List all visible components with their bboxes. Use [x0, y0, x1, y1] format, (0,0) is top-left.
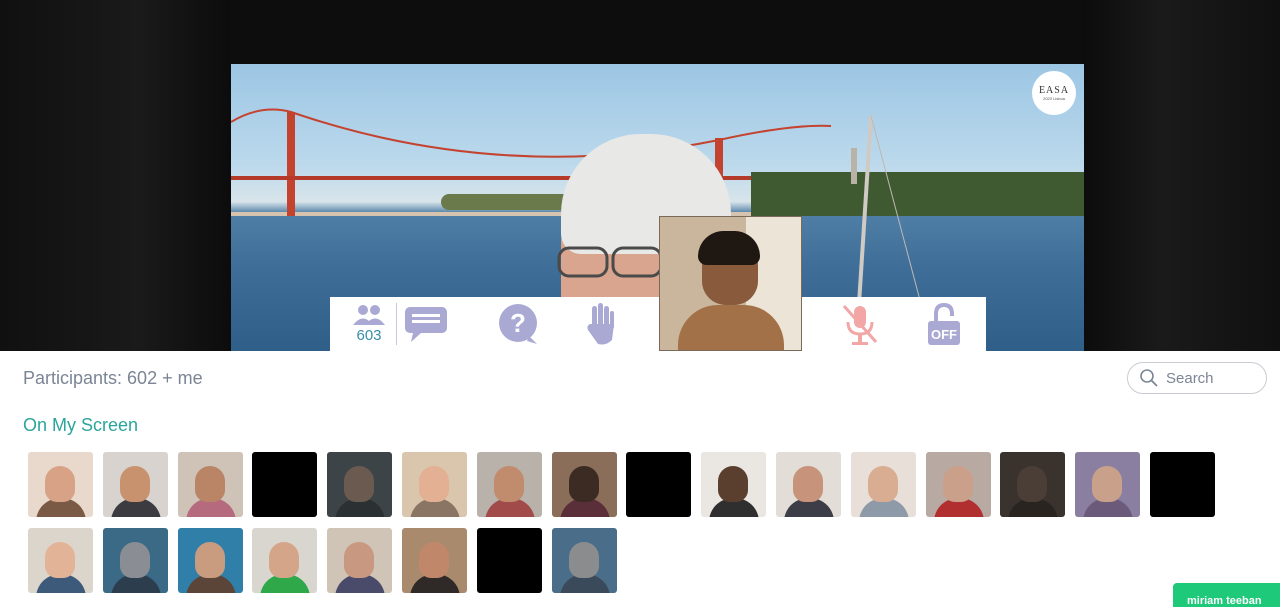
participant-tile[interactable]: [626, 452, 691, 517]
controls-divider: [396, 303, 397, 345]
lock-label: OFF: [931, 327, 957, 342]
participant-tile[interactable]: [477, 528, 542, 593]
video-stage: EASA 2020 Lisboa 603 ? OFF: [0, 0, 1280, 351]
glasses-shape: [557, 246, 663, 278]
svg-text:?: ?: [510, 308, 526, 338]
mute-mic-button[interactable]: [838, 297, 882, 351]
participant-tile[interactable]: [178, 452, 243, 517]
raise-hand-button[interactable]: [582, 297, 618, 351]
unlock-icon: OFF: [928, 302, 960, 345]
participant-tile[interactable]: [1075, 452, 1140, 517]
participant-tile[interactable]: [552, 452, 617, 517]
participant-tile[interactable]: [327, 452, 392, 517]
lock-toggle-button[interactable]: OFF: [924, 297, 964, 351]
participant-count: 603: [356, 327, 382, 344]
participant-tile[interactable]: [103, 528, 168, 593]
participant-tile[interactable]: [926, 452, 991, 517]
participant-tile[interactable]: [402, 452, 467, 517]
question-icon: ?: [499, 304, 537, 344]
chat-button[interactable]: [402, 297, 450, 351]
participant-tile[interactable]: [851, 452, 916, 517]
participant-tile[interactable]: [252, 452, 317, 517]
speaker-name-toast[interactable]: miriam teeban: [1173, 583, 1280, 607]
event-logo: EASA 2020 Lisboa: [1032, 71, 1076, 115]
mic-muted-icon: [842, 305, 878, 345]
participant-tile[interactable]: [103, 452, 168, 517]
participant-tile[interactable]: [252, 528, 317, 593]
search-icon: [1140, 369, 1158, 387]
participants-icon: [353, 305, 385, 325]
participant-tile[interactable]: [552, 528, 617, 593]
stage-backdrop-left: [0, 0, 231, 351]
participants-panel: Participants: 602 + me On My Screen: [0, 351, 1280, 603]
participant-tile[interactable]: [701, 452, 766, 517]
raise-hand-icon: [587, 303, 614, 345]
participant-tile[interactable]: [477, 452, 542, 517]
logo-subtext: 2020 Lisboa: [1043, 96, 1065, 101]
participants-button[interactable]: 603: [346, 297, 392, 351]
participant-tile[interactable]: [28, 528, 93, 593]
logo-text: EASA: [1038, 85, 1070, 96]
stage-backdrop-right: [1083, 0, 1280, 351]
participant-tile[interactable]: [1000, 452, 1065, 517]
call-controls-bar: 603 ? OFF: [330, 297, 986, 351]
participant-tile[interactable]: [178, 528, 243, 593]
search-input[interactable]: [1166, 369, 1256, 387]
self-view-video: [659, 216, 802, 351]
question-button[interactable]: ?: [496, 297, 540, 351]
participant-tile[interactable]: [28, 452, 93, 517]
participant-tile[interactable]: [776, 452, 841, 517]
on-my-screen-heading: On My Screen: [23, 415, 139, 435]
chat-icon: [405, 307, 447, 342]
participants-count-label: Participants: 602 + me: [23, 368, 203, 388]
participant-tile[interactable]: [327, 528, 392, 593]
participant-tile[interactable]: [402, 528, 467, 593]
participant-tile[interactable]: [1150, 452, 1215, 517]
search-box[interactable]: [1127, 362, 1267, 394]
